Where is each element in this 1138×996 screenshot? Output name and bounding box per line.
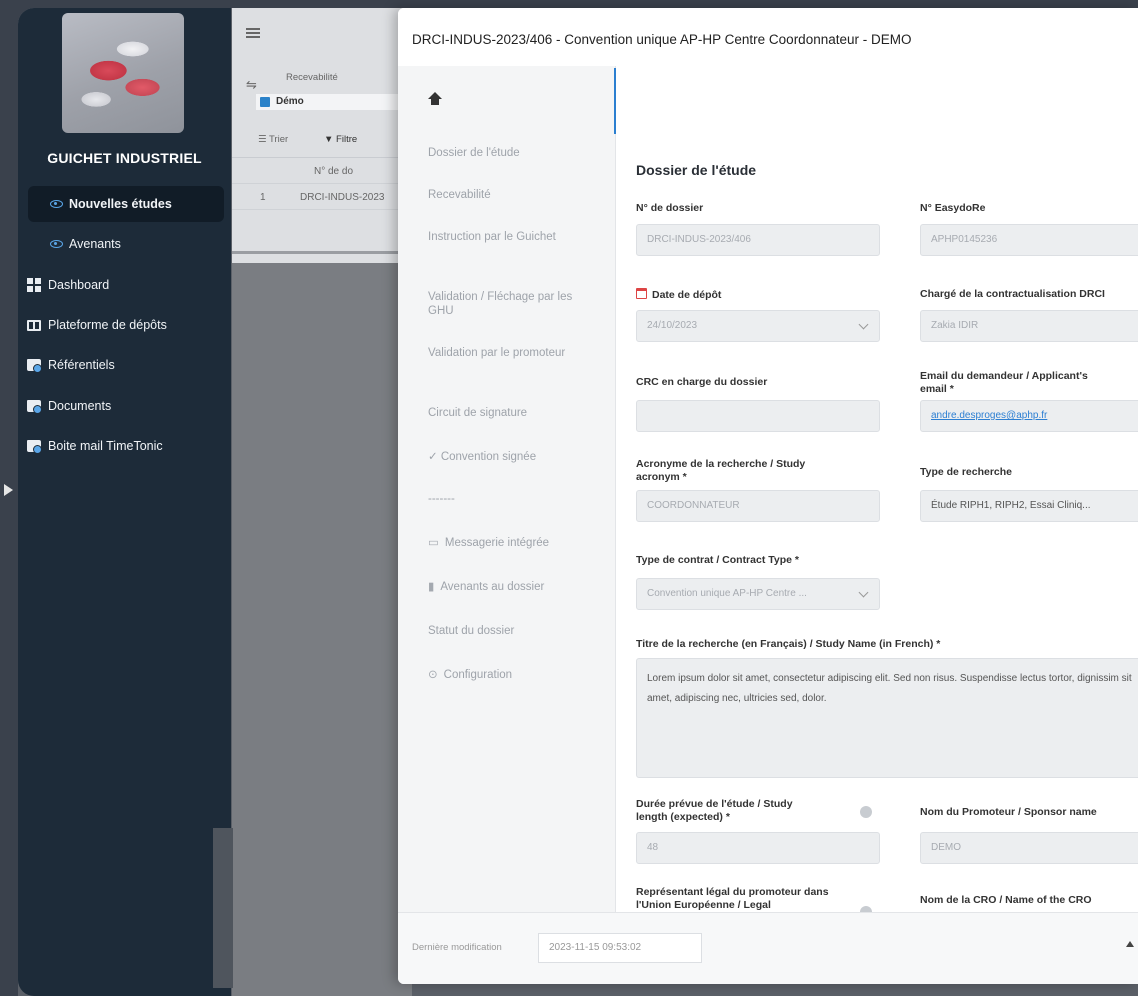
acronym-label: Acronyme de la recherche / Study acronym… — [636, 458, 806, 483]
list-toolbar: ☰ Trier ▼ Filtre — [232, 118, 412, 158]
dashboard-icon — [27, 278, 41, 292]
sidebar-item-label: Documents — [48, 399, 112, 413]
filter-button[interactable]: ▼ Filtre — [324, 134, 357, 145]
table-row[interactable]: 1 DRCI-INDUS-2023 — [232, 186, 412, 210]
demo-tag[interactable]: Démo — [256, 94, 406, 110]
filter-settings-icon[interactable]: ⇋ — [246, 77, 257, 93]
eye-icon — [50, 200, 63, 208]
info-icon[interactable] — [860, 806, 872, 818]
dossier-label: N° de dossier — [636, 202, 704, 214]
footer-label: Dernière modification — [412, 942, 502, 953]
home-icon[interactable] — [428, 92, 442, 106]
dossier-field[interactable]: DRCI-INDUS-2023/406 — [636, 224, 880, 256]
representant-label: Représentant légal du promoteur dans l'U… — [636, 886, 829, 911]
sidebar-item-avenants[interactable]: Avenants — [18, 226, 231, 262]
modal-header: DRCI-INDUS-2023/406 - Convention unique … — [398, 8, 1138, 66]
type-recherche-label: Type de recherche — [920, 466, 1013, 478]
eye-icon — [50, 240, 63, 248]
sidebar-item-dashboard[interactable]: Dashboard — [18, 267, 231, 303]
titre-label: Titre de la recherche (en Français) / St… — [636, 638, 941, 650]
modal-title: DRCI-INDUS-2023/406 - Convention unique … — [412, 32, 912, 47]
easydore-label: N° EasydoRe — [920, 202, 986, 214]
horizontal-scrollbar[interactable] — [232, 251, 412, 254]
charge-field[interactable]: Zakia IDIR — [920, 310, 1138, 342]
date-label: Date de dépôt — [636, 288, 721, 302]
menu-recevabilite[interactable]: Recevabilité — [428, 188, 598, 202]
table-header: N° de do — [232, 160, 412, 184]
bottom-strip — [213, 828, 233, 988]
sidebar-item-label: Avenants — [69, 237, 121, 251]
column-header[interactable]: N° de do — [314, 166, 353, 177]
menu-circuit-signature[interactable]: Circuit de signature — [428, 406, 598, 420]
chevron-down-icon — [858, 319, 869, 330]
sidebar-item-label: Boite mail TimeTonic — [48, 439, 163, 453]
contract-label: Type de contrat / Contract Type * — [636, 554, 799, 566]
crc-field[interactable] — [636, 400, 880, 432]
menu-validation-promoteur[interactable]: Validation par le promoteur — [428, 346, 568, 360]
modal-footer: Dernière modification 2023-11-15 09:53:0… — [398, 912, 1138, 984]
modal-side-menu: Dossier de l'étude Recevabilité Instruct… — [398, 66, 616, 912]
sidebar-item-documents[interactable]: Documents — [18, 388, 231, 424]
folder-icon — [27, 440, 42, 454]
gear-icon: ⊙ — [428, 669, 438, 681]
sidebar-item-label: Plateforme de dépôts — [48, 318, 167, 332]
email-field[interactable]: andre.desproges@aphp.fr — [920, 400, 1138, 432]
crc-label: CRC en charge du dossier — [636, 376, 768, 388]
sort-button[interactable]: ☰ Trier — [258, 134, 288, 145]
duree-field[interactable]: 48 — [636, 832, 880, 864]
sidebar-item-label: Nouvelles études — [69, 197, 172, 211]
sidebar-item-nouvelles-etudes[interactable]: Nouvelles études — [28, 186, 224, 222]
charge-label: Chargé de la contractualisation DRCI — [920, 288, 1105, 300]
chat-icon: ▭ — [428, 537, 439, 549]
study-modal: DRCI-INDUS-2023/406 - Convention unique … — [398, 8, 1138, 984]
book-icon — [27, 319, 41, 331]
play-arrow-icon — [4, 484, 13, 496]
list-view: ⇋ Recevabilité Démo ☰ Trier ▼ Filtre N° … — [232, 8, 412, 996]
menu-avenants[interactable]: ▮ Avenants au dossier — [428, 580, 598, 594]
email-label: Email du demandeur / Applicant's email * — [920, 370, 1088, 395]
section-title: Dossier de l'étude — [636, 162, 757, 178]
duree-label: Durée prévue de l'étude / Study length (… — [636, 798, 793, 823]
menu-configuration[interactable]: ⊙ Configuration — [428, 668, 598, 682]
menu-convention-signee[interactable]: ✓ Convention signée — [428, 450, 598, 464]
scroll-up-icon[interactable] — [1126, 941, 1134, 947]
titre-textarea[interactable]: Lorem ipsum dolor sit amet, consectetur … — [636, 658, 1138, 778]
promoteur-label: Nom du Promoteur / Sponsor name — [920, 806, 1097, 818]
row-index: 1 — [260, 192, 266, 203]
filter-label: Recevabilité — [286, 72, 338, 83]
folder-icon — [27, 359, 42, 373]
sidebar-item-label: Dashboard — [48, 278, 110, 292]
menu-validation-ghu[interactable]: Validation / Fléchage par les GHU — [428, 290, 598, 318]
menu-messagerie[interactable]: ▭ Messagerie intégrée — [428, 536, 598, 550]
folder-icon — [27, 400, 42, 414]
sidebar-item-boite-mail[interactable]: Boite mail TimeTonic — [18, 428, 231, 464]
sidebar-item-referentiels[interactable]: Référentiels — [18, 347, 231, 383]
app-logo — [62, 13, 184, 133]
menu-statut[interactable]: Statut du dossier — [428, 624, 598, 638]
menu-dossier-etude[interactable]: Dossier de l'étude — [428, 146, 598, 160]
modal-content: Dossier de l'étude N° de dossier DRCI-IN… — [616, 66, 1138, 912]
list-view-panel: ⇋ Recevabilité Démo ☰ Trier ▼ Filtre N° … — [232, 8, 412, 263]
row-value: DRCI-INDUS-2023 — [300, 192, 385, 203]
promoteur-field[interactable]: DEMO — [920, 832, 1138, 864]
calendar-icon — [636, 288, 647, 299]
document-icon: ▮ — [428, 581, 435, 593]
sidebar: GUICHET INDUSTRIEL Nouvelles études Aven… — [18, 8, 231, 996]
menu-separator: ------- — [428, 493, 455, 505]
sidebar-item-label: Référentiels — [48, 358, 115, 372]
last-modified-field: 2023-11-15 09:53:02 — [538, 933, 702, 963]
cro-label: Nom de la CRO / Name of the CRO — [920, 894, 1092, 906]
date-field[interactable]: 24/10/2023 — [636, 310, 880, 342]
acronym-field[interactable]: COORDONNATEUR — [636, 490, 880, 522]
menu-instruction[interactable]: Instruction par le Guichet — [428, 230, 568, 244]
contract-select[interactable]: Convention unique AP-HP Centre ... — [636, 578, 880, 610]
easydore-field[interactable]: APHP0145236 — [920, 224, 1138, 256]
hamburger-icon[interactable] — [246, 28, 260, 38]
chevron-down-icon — [858, 587, 869, 598]
brand-title: GUICHET INDUSTRIEL — [47, 150, 202, 166]
sidebar-item-plateforme[interactable]: Plateforme de dépôts — [18, 307, 231, 343]
type-recherche-field[interactable]: Étude RIPH1, RIPH2, Essai Cliniq... — [920, 490, 1138, 522]
